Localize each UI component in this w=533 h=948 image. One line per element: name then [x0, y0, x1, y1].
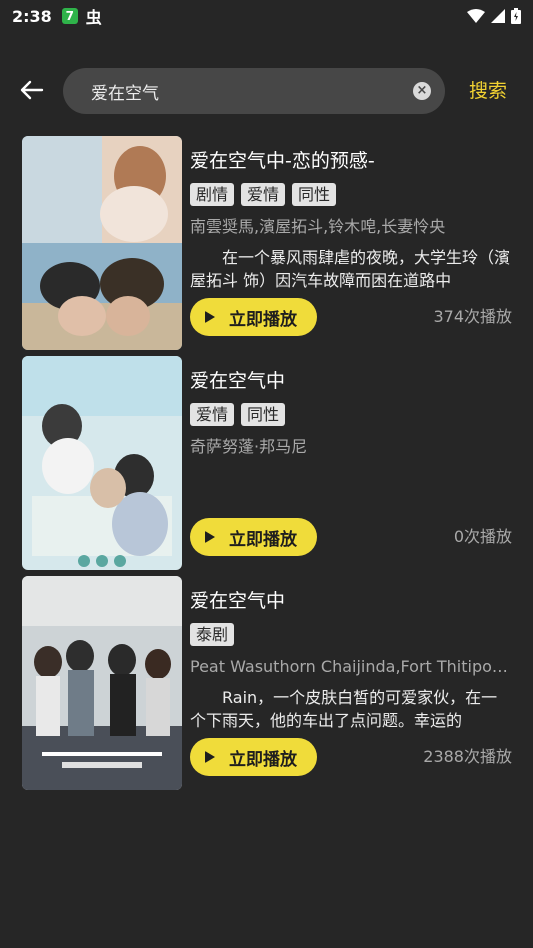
back-button[interactable] [16, 74, 48, 106]
play-count: 2388次播放 [423, 747, 512, 766]
search-button[interactable]: 搜索 [469, 76, 507, 103]
play-icon [205, 531, 215, 543]
result-actors: 南雲奨馬,濱屋拓斗,铃木唣,长妻怜央 [190, 217, 446, 236]
play-button[interactable]: 立即播放 [190, 298, 317, 336]
tag: 同性 [292, 183, 337, 206]
search-header: × 搜索 [0, 66, 533, 114]
clear-icon[interactable]: × [413, 82, 431, 100]
play-row: 立即播放 0次播放 [190, 518, 512, 556]
play-count: 0次播放 [453, 527, 512, 546]
tag-list: 爱情 同性 [190, 403, 512, 427]
play-row: 立即播放 374次播放 [190, 298, 512, 336]
play-button-label: 立即播放 [229, 529, 297, 550]
result-description: 在一个暴风雨肆虐的夜晚，大学生玲（濱屋拓斗 饰）因汽车故障而困在道路中 [190, 248, 511, 290]
result-item[interactable]: 爱在空气中 泰剧 Peat Wasuthorn Chaijinda,Fort T… [0, 576, 533, 796]
play-icon [205, 751, 215, 763]
battery-icon [511, 8, 521, 24]
result-list: 爱在空气中-恋的预感- 剧情 爱情 同性 南雲奨馬,濱屋拓斗,铃木唣,长妻怜央 … [0, 136, 533, 796]
poster-image[interactable] [22, 356, 182, 570]
play-button[interactable]: 立即播放 [190, 518, 317, 556]
tag: 剧情 [190, 183, 235, 206]
result-title: 爱在空气中-恋的预感- [190, 150, 375, 172]
poster-image[interactable] [22, 136, 182, 350]
status-icons [467, 8, 521, 24]
status-time: 2:38 [12, 6, 52, 26]
search-input[interactable] [91, 81, 413, 101]
result-info: 爱在空气中 泰剧 Peat Wasuthorn Chaijinda,Fort T… [190, 588, 512, 732]
arrow-left-icon [20, 80, 44, 100]
search-box: × [63, 68, 445, 114]
wifi-icon [467, 9, 485, 23]
app-badge-icon: 7 [61, 8, 78, 24]
play-button-label: 立即播放 [229, 309, 297, 330]
status-bar: 2:38 7 虫 [0, 0, 533, 32]
result-item[interactable]: 爱在空气中 爱情 同性 奇萨努蓬·邦马尼 立即播放 0次播放 [0, 356, 533, 576]
play-row: 立即播放 2388次播放 [190, 738, 512, 776]
play-button-label: 立即播放 [229, 749, 297, 770]
tag-list: 泰剧 [190, 623, 512, 647]
bug-icon: 虫 [85, 8, 102, 27]
result-info: 爱在空气中-恋的预感- 剧情 爱情 同性 南雲奨馬,濱屋拓斗,铃木唣,长妻怜央 … [190, 148, 512, 292]
result-title: 爱在空气中 [190, 590, 286, 612]
tag-list: 剧情 爱情 同性 [190, 183, 512, 207]
result-item[interactable]: 爱在空气中-恋的预感- 剧情 爱情 同性 南雲奨馬,濱屋拓斗,铃木唣,长妻怜央 … [0, 136, 533, 356]
result-actors: Peat Wasuthorn Chaijinda,Fort Thitipong … [190, 657, 512, 676]
result-description: Rain，一个皮肤白皙的可爱家伙，在一个下雨天，他的车出了点问题。幸运的 [190, 688, 498, 730]
tag: 同性 [241, 403, 286, 426]
play-icon [205, 311, 215, 323]
result-title: 爱在空气中 [190, 370, 286, 392]
signal-icon [491, 9, 505, 23]
tag: 泰剧 [190, 623, 235, 646]
tag: 爱情 [241, 183, 286, 206]
play-count: 374次播放 [433, 307, 512, 326]
tag: 爱情 [190, 403, 235, 426]
result-description [190, 466, 512, 512]
play-button[interactable]: 立即播放 [190, 738, 317, 776]
result-actors: 奇萨努蓬·邦马尼 [190, 437, 308, 456]
poster-image[interactable] [22, 576, 182, 790]
result-info: 爱在空气中 爱情 同性 奇萨努蓬·邦马尼 [190, 368, 512, 512]
